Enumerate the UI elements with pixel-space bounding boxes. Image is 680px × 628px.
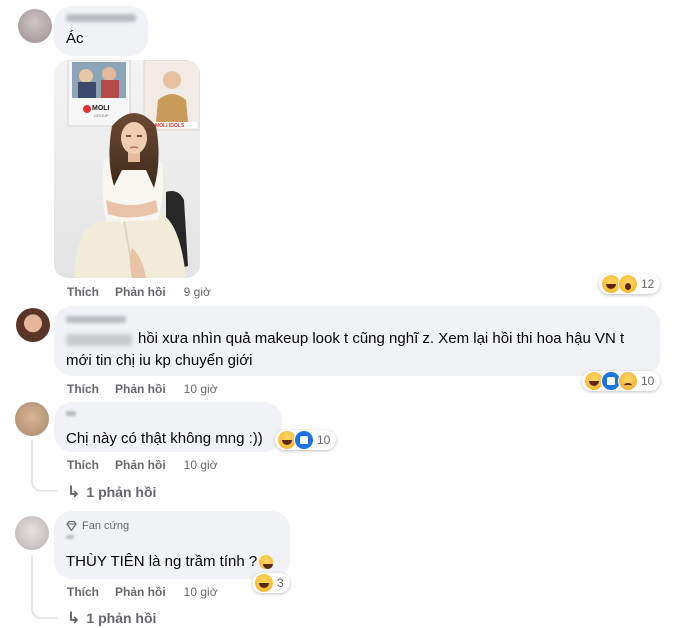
reaction-summary[interactable]: 10 <box>582 371 661 391</box>
replies-count-label: 1 phản hồi <box>86 484 157 500</box>
comment-text-line-1: hồi xưa nhìn quả makeup look t cũng nghĩ… <box>138 330 625 347</box>
like-button[interactable]: Thích <box>67 382 99 396</box>
reaction-count: 10 <box>641 374 655 388</box>
thread-connector <box>31 555 57 619</box>
reply-button[interactable]: Phản hồi <box>115 458 166 472</box>
like-button[interactable]: Thích <box>67 285 99 299</box>
comment-actions: Thích Phản hồi 9 giờ <box>67 285 211 299</box>
fan-badge-label: Fan cứng <box>82 520 130 532</box>
reply-button[interactable]: Phản hồi <box>115 585 166 599</box>
commenter-name-blurred[interactable] <box>66 14 136 22</box>
fan-badge[interactable]: Fan cứng <box>66 520 129 532</box>
diamond-icon <box>66 521 77 531</box>
reaction-count: 12 <box>641 277 655 291</box>
replies-count-label: 1 phản hồi <box>86 610 157 626</box>
like-icon <box>294 430 314 450</box>
comment-photo[interactable]: MOLI GROUP MOLI IDOLS <box>54 60 200 278</box>
reaction-summary[interactable]: 10 <box>275 430 337 450</box>
commenter-avatar[interactable] <box>16 308 50 342</box>
reaction-summary[interactable]: 3 <box>252 573 290 593</box>
reaction-count: 3 <box>277 576 284 590</box>
laughing-emoji-icon <box>259 555 274 569</box>
reply-arrow-icon: ↳ <box>67 484 81 501</box>
commenter-avatar[interactable] <box>15 516 49 550</box>
comment-timestamp[interactable]: 10 giờ <box>184 458 218 472</box>
comment-actions: Thích Phản hồi 10 giờ <box>67 382 218 396</box>
commenter-avatar[interactable] <box>18 9 52 43</box>
commenter-avatar[interactable] <box>15 402 49 436</box>
reaction-summary[interactable]: 12 <box>599 274 661 294</box>
comment-text-row: THÙY TIÊN là ng trầm tính ? <box>66 551 274 573</box>
reply-button[interactable]: Phản hồi <box>115 382 166 396</box>
comment-bubble: Chị này có thật không mng :)) <box>54 402 282 452</box>
comment-actions: Thích Phản hồi 10 giờ <box>67 458 218 472</box>
comment-bubble: hồi xưa nhìn quả makeup look t cũng nghĩ… <box>54 306 660 376</box>
poster-brand: MOLI <box>92 105 110 112</box>
poster-brand-sub: GROUP <box>94 113 109 118</box>
view-replies-link[interactable]: ↳ 1 phản hồi <box>67 608 156 628</box>
comment-text: THÙY TIÊN là ng trầm tính ? <box>66 553 258 570</box>
woman-in-white-dress-photo: MOLI GROUP MOLI IDOLS <box>54 60 200 278</box>
blurred-text-prefix <box>66 334 132 346</box>
haha-icon <box>254 573 274 593</box>
reply-button[interactable]: Phản hồi <box>115 285 166 299</box>
comment-bubble: Fan cứng THÙY TIÊN là ng trầm tính ? <box>54 511 290 579</box>
comment-timestamp[interactable]: 9 giờ <box>184 285 211 299</box>
comment-actions: Thích Phản hồi 10 giờ <box>67 585 218 599</box>
comment-text: Chị này có thật không mng :)) <box>66 430 263 447</box>
commenter-name-blurred[interactable] <box>66 411 76 416</box>
reply-arrow-icon: ↳ <box>67 610 81 627</box>
wow-icon <box>618 274 638 294</box>
comment-timestamp[interactable]: 10 giờ <box>184 585 218 599</box>
thread-connector <box>31 440 57 492</box>
view-replies-link[interactable]: ↳ 1 phản hồi <box>67 482 156 502</box>
like-button[interactable]: Thích <box>67 458 99 472</box>
comment-text: Ác <box>66 30 84 47</box>
reaction-count: 10 <box>317 433 331 447</box>
commenter-name-blurred[interactable] <box>66 316 126 323</box>
comment-text-line-2: mới tin chị iu kp chuyển giới <box>66 352 253 369</box>
commenter-name-blurred[interactable] <box>66 535 74 539</box>
like-button[interactable]: Thích <box>67 585 99 599</box>
poster-brand2: MOLI IDOLS <box>155 123 185 129</box>
sad-icon <box>618 371 638 391</box>
comment-bubble: Ác <box>54 6 148 56</box>
comment-timestamp[interactable]: 10 giờ <box>184 382 218 396</box>
